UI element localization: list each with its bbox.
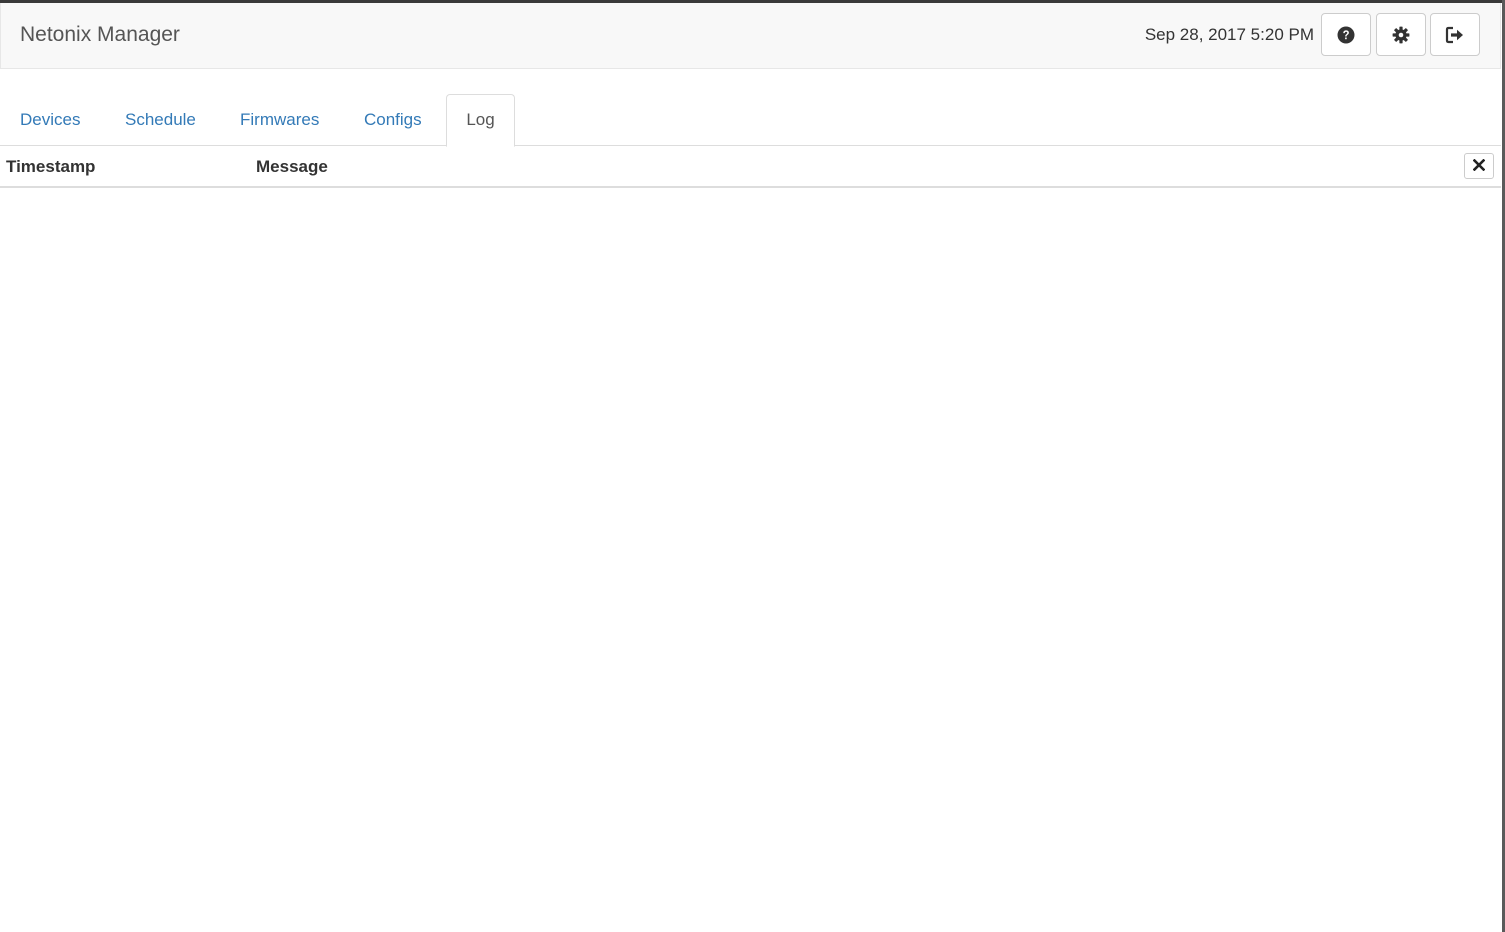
close-icon	[1472, 158, 1486, 174]
gear-icon	[1392, 26, 1410, 44]
current-datetime: Sep 28, 2017 5:20 PM	[1144, 25, 1314, 44]
navbar: Netonix Manager Sep 28, 2017 5:20 PM	[0, 3, 1501, 69]
tab-schedule[interactable]: Schedule	[105, 94, 216, 146]
settings-button[interactable]	[1376, 13, 1426, 56]
tab-log[interactable]: Log	[446, 94, 515, 147]
tab-devices[interactable]: Devices	[0, 94, 100, 146]
logout-button[interactable]	[1430, 13, 1480, 56]
main-tabs: Devices Schedule Firmwares Configs Log	[0, 94, 1501, 147]
tab-configs[interactable]: Configs	[344, 94, 442, 146]
clear-log-button[interactable]	[1464, 153, 1494, 179]
app-title[interactable]: Netonix Manager	[20, 22, 180, 48]
question-circle-icon	[1337, 26, 1355, 44]
column-header-timestamp: Timestamp	[6, 157, 96, 176]
tab-firmwares[interactable]: Firmwares	[220, 94, 339, 146]
column-header-message: Message	[256, 157, 328, 176]
log-table-body	[0, 188, 1501, 932]
help-button[interactable]	[1321, 13, 1371, 56]
sign-out-icon	[1445, 26, 1465, 44]
log-table-header: Timestamp Message	[0, 146, 1501, 188]
